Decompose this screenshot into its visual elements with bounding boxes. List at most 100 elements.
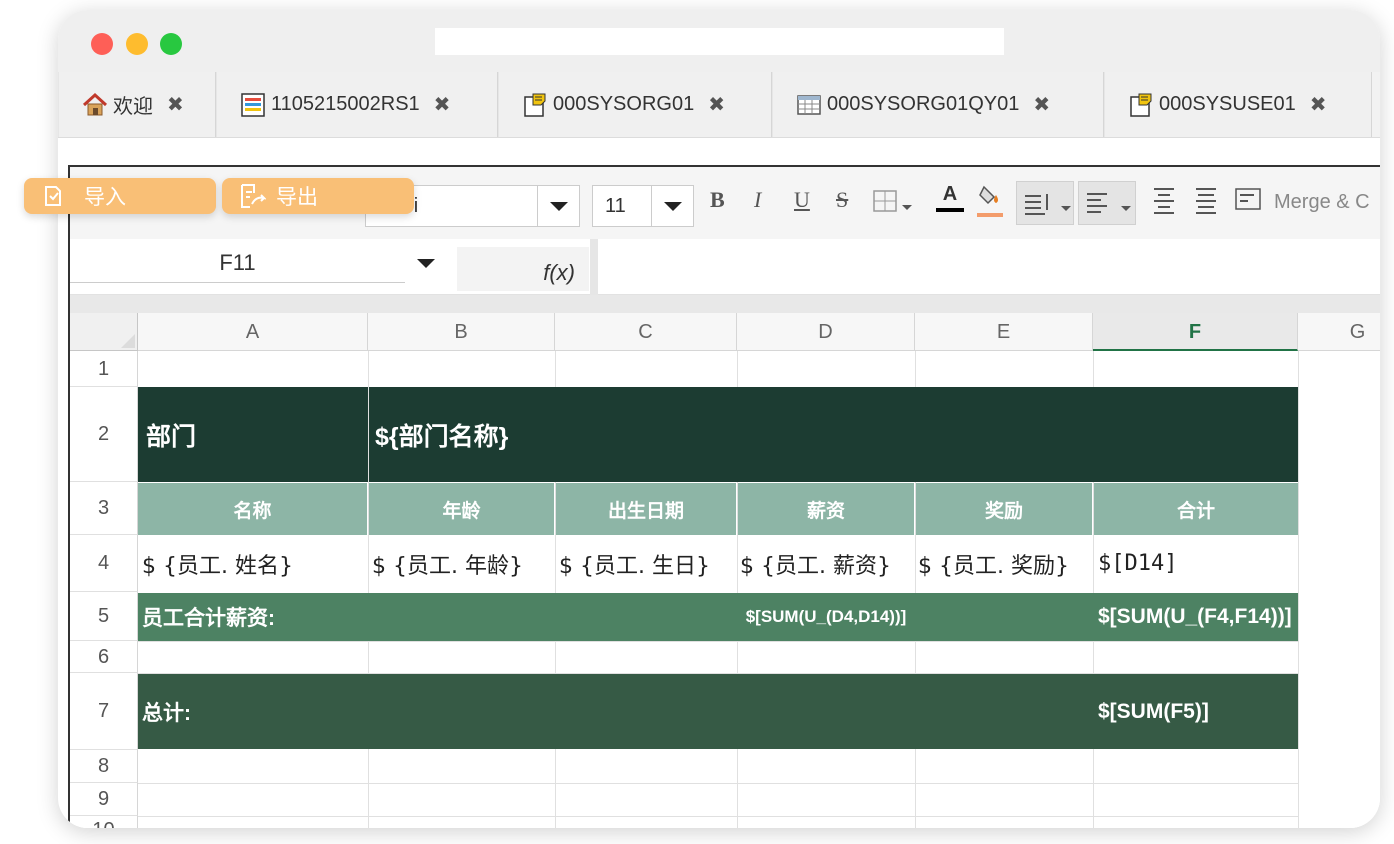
- row-header-8[interactable]: 8: [70, 750, 138, 783]
- merge-cells-button[interactable]: Merge & C: [1274, 191, 1370, 214]
- align-left-icon: [1087, 193, 1131, 213]
- row-header-10[interactable]: 10: [70, 816, 138, 828]
- cell-a7[interactable]: 总计:: [142, 674, 442, 749]
- cell-f7[interactable]: $[SUM(F5)]: [1098, 674, 1298, 749]
- vertical-align-button[interactable]: [1016, 181, 1074, 225]
- bold-button[interactable]: B: [710, 187, 725, 213]
- chevron-down-icon[interactable]: [537, 186, 579, 226]
- export-button[interactable]: 导出: [222, 178, 414, 214]
- font-size-select[interactable]: 11: [592, 185, 694, 227]
- align-bottom-icon: [1025, 194, 1071, 215]
- cell-f3[interactable]: 合计: [1094, 483, 1298, 535]
- chevron-down-icon[interactable]: [406, 243, 446, 283]
- cell-d5[interactable]: $[SUM(U_(D4,D14))]: [738, 593, 914, 641]
- align-middle-button[interactable]: [1192, 185, 1220, 223]
- column-header-d[interactable]: D: [737, 313, 915, 351]
- row-header-7[interactable]: 7: [70, 673, 138, 750]
- chevron-down-icon[interactable]: [651, 186, 693, 226]
- grid-line: [138, 783, 1298, 784]
- horizontal-align-button[interactable]: [1078, 181, 1136, 225]
- column-header-f[interactable]: F: [1093, 313, 1298, 351]
- row-header-1[interactable]: 1: [70, 351, 138, 387]
- fill-color-button[interactable]: [976, 181, 1004, 225]
- italic-button[interactable]: I: [754, 187, 761, 213]
- close-window-button[interactable]: [91, 33, 113, 55]
- cell-d3[interactable]: 薪资: [738, 483, 914, 535]
- cell-f5[interactable]: $[SUM(U_(F4,F14))]: [1098, 593, 1298, 641]
- import-icon: [45, 186, 61, 206]
- sheet-divider: [70, 295, 1380, 313]
- cell-e4[interactable]: $ {员工. 奖励}: [918, 535, 1092, 592]
- column-header-e[interactable]: E: [915, 313, 1093, 351]
- cell-a4[interactable]: $ {员工. 姓名}: [142, 535, 366, 592]
- row-header-4[interactable]: 4: [70, 535, 138, 592]
- column-header-g[interactable]: G: [1298, 313, 1380, 351]
- grid-line: [138, 816, 1298, 817]
- table-icon: [795, 91, 823, 119]
- home-icon: [81, 91, 109, 119]
- font-size-value: 11: [605, 195, 626, 217]
- grid-line: [1298, 351, 1299, 828]
- tab-report[interactable]: 1105215002RS1 ✖: [216, 72, 498, 137]
- tab-label: 欢迎: [113, 96, 153, 118]
- minimize-window-button[interactable]: [126, 33, 148, 55]
- column-header-b[interactable]: B: [368, 313, 555, 351]
- row-header-2[interactable]: 2: [70, 387, 138, 482]
- align-center-icon: [1154, 188, 1174, 214]
- import-label: 导入: [84, 186, 126, 209]
- cell-reference-box[interactable]: F11: [70, 243, 405, 283]
- form-icon: [1127, 91, 1155, 119]
- spreadsheet-grid: A B C D E F G 1 2 3 4 5 6 7 8 9 10: [70, 313, 1380, 828]
- strikethrough-button[interactable]: S: [836, 187, 848, 213]
- address-bar[interactable]: [435, 28, 1004, 55]
- grid-line: [138, 641, 1298, 642]
- cell-b2[interactable]: ${部门名称}: [369, 387, 1298, 482]
- select-all-corner[interactable]: [70, 313, 138, 351]
- wrap-text-icon: [1235, 188, 1261, 210]
- tab-label: 000SYSUSE01: [1159, 93, 1296, 115]
- tab-sysorg-query[interactable]: 000SYSORG01QY01 ✖: [772, 72, 1104, 137]
- cell-c3[interactable]: 出生日期: [556, 483, 736, 535]
- close-icon[interactable]: ✖: [434, 92, 451, 117]
- tab-welcome[interactable]: 欢迎 ✖: [58, 72, 216, 137]
- tab-sysorg[interactable]: 000SYSORG01 ✖: [498, 72, 772, 137]
- align-center-button[interactable]: [1150, 185, 1178, 223]
- cell-b3[interactable]: 年龄: [369, 483, 554, 535]
- browser-window: 欢迎 ✖ 1105215002RS1 ✖ 000SYSORG01 ✖ 000SY…: [58, 10, 1380, 828]
- cell-d4[interactable]: $ {员工. 薪资}: [740, 535, 914, 592]
- cell-a2[interactable]: 部门: [138, 387, 368, 482]
- tab-label: 1105215002RS1: [271, 93, 420, 115]
- cell-a3[interactable]: 名称: [138, 483, 367, 535]
- tab-label: 000SYSORG01QY01: [827, 93, 1020, 115]
- cell-b4[interactable]: $ {员工. 年龄}: [372, 535, 554, 592]
- report-icon: [239, 91, 267, 119]
- borders-button[interactable]: [872, 189, 914, 221]
- wrap-text-button[interactable]: [1234, 185, 1264, 223]
- tab-label: 000SYSORG01: [553, 93, 695, 115]
- close-icon[interactable]: ✖: [1310, 92, 1327, 117]
- row-header-9[interactable]: 9: [70, 783, 138, 816]
- column-header-a[interactable]: A: [138, 313, 368, 351]
- maximize-window-button[interactable]: [160, 33, 182, 55]
- close-icon[interactable]: ✖: [167, 92, 184, 117]
- align-middle-icon: [1196, 188, 1216, 214]
- import-button[interactable]: 导入: [24, 178, 216, 214]
- font-color-button[interactable]: A: [936, 183, 964, 212]
- font-color-letter: A: [942, 183, 958, 205]
- borders-icon: [873, 190, 912, 212]
- cell-c4[interactable]: $ {员工. 生日}: [559, 535, 736, 592]
- close-icon[interactable]: ✖: [708, 92, 725, 117]
- cell-a5[interactable]: 员工合计薪资:: [142, 593, 442, 641]
- cell-f4[interactable]: $[D14]: [1098, 535, 1296, 592]
- row-header-3[interactable]: 3: [70, 482, 138, 535]
- spreadsheet-pane: bri 11 B I U S A: [68, 165, 1380, 828]
- cell-e3[interactable]: 奖励: [916, 483, 1092, 535]
- underline-button[interactable]: U: [794, 187, 810, 213]
- tab-sysuse[interactable]: 000SYSUSE01 ✖: [1104, 72, 1372, 137]
- row-header-5[interactable]: 5: [70, 592, 138, 641]
- row-header-6[interactable]: 6: [70, 641, 138, 673]
- function-button[interactable]: f(x): [457, 247, 589, 291]
- column-header-c[interactable]: C: [555, 313, 737, 351]
- close-icon[interactable]: ✖: [1033, 92, 1050, 117]
- export-label: 导出: [276, 186, 318, 209]
